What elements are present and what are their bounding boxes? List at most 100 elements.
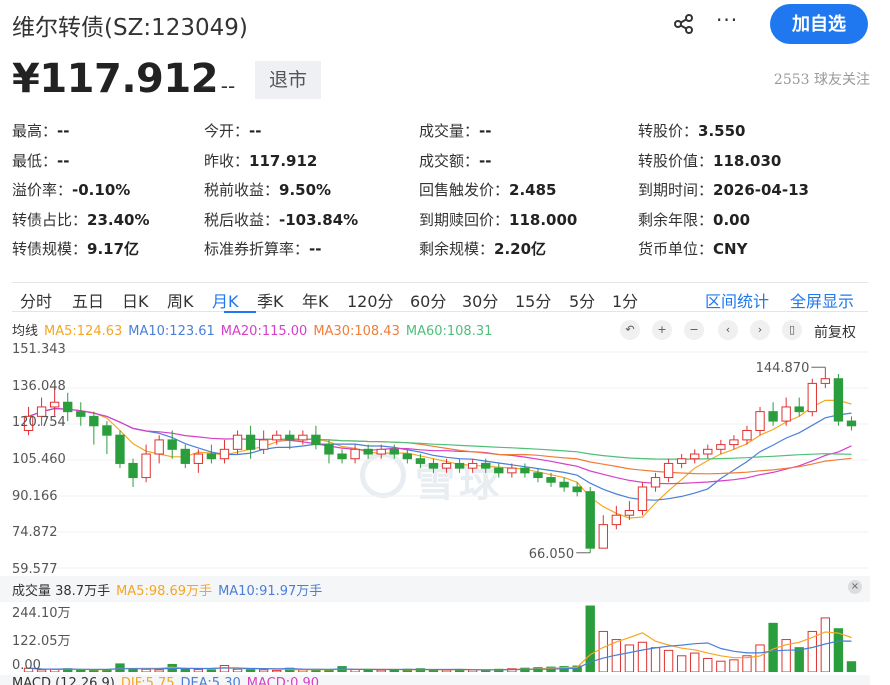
- stat-value: --: [309, 240, 322, 258]
- candle-body: [624, 510, 635, 516]
- volume-bar: [324, 669, 334, 672]
- annotation-label: 66.050: [529, 547, 575, 562]
- stat-item: 到期赎回价：118.000: [419, 209, 577, 230]
- stat-item: 转股价：3.550: [638, 120, 745, 141]
- tab-3[interactable]: 周K: [167, 288, 194, 312]
- candle-body: [807, 382, 817, 413]
- legend-item: MA5:98.69万手: [116, 584, 213, 599]
- follow-button[interactable]: 加自选: [770, 4, 868, 44]
- candlestick-chart[interactable]: 144.870 66.050: [12, 344, 868, 576]
- tab-9[interactable]: 30分: [462, 288, 498, 312]
- stat-label: 税后收益：: [204, 210, 280, 229]
- candle-body: [232, 434, 243, 450]
- volume-bar: [690, 652, 700, 672]
- range-stats-button[interactable]: 区间统计: [705, 288, 769, 312]
- stat-value: -0.10%: [72, 181, 131, 199]
- legend-item: MA5:124.63: [44, 324, 123, 339]
- candle-body: [311, 434, 321, 446]
- tab-6[interactable]: 年K: [302, 288, 329, 312]
- volume-bar: [833, 628, 844, 672]
- fullscreen-button[interactable]: 全屏显示: [790, 288, 854, 312]
- volume-bar: [76, 669, 86, 672]
- stat-item: 今开：--: [204, 120, 261, 141]
- stat-label: 到期时间：: [638, 181, 714, 199]
- volume-ma-line: [28, 631, 852, 671]
- candle-body: [546, 477, 556, 483]
- ma-line: [28, 399, 852, 519]
- chevron-left-icon[interactable]: ‹: [718, 320, 738, 340]
- close-volume-icon[interactable]: ×: [848, 580, 862, 594]
- candle-body: [285, 434, 295, 441]
- volume-axis-label: 0.00: [12, 658, 41, 673]
- candle-body: [650, 477, 661, 488]
- volume-chart[interactable]: [12, 602, 868, 672]
- volume-bar: [637, 641, 648, 672]
- candle-icon[interactable]: ▯: [782, 320, 802, 340]
- candle-body: [637, 486, 648, 512]
- more-icon[interactable]: ···: [716, 8, 738, 32]
- volume-bar: [141, 668, 151, 672]
- stat-item: 回售触发价：2.485: [419, 179, 556, 200]
- candle-body: [298, 434, 308, 441]
- share-icon[interactable]: [673, 13, 695, 35]
- stat-row: 最高：-- 今开：-- 成交量：-- 转股价：3.550: [12, 120, 882, 150]
- stat-label: 税前收益：: [204, 181, 280, 199]
- tab-10[interactable]: 15分: [515, 288, 551, 312]
- volume-bar: [232, 668, 243, 672]
- undo-icon[interactable]: ↶: [620, 320, 640, 340]
- candle-body: [494, 467, 504, 474]
- volume-legend: 成交量 38.7万手 MA5:98.69万手 MA10:91.97万手: [12, 580, 328, 599]
- volume-bar: [755, 644, 765, 672]
- volume-bar: [206, 669, 217, 672]
- tab-0[interactable]: 分时: [20, 288, 52, 312]
- tab-8[interactable]: 60分: [410, 288, 446, 312]
- candle-body: [258, 439, 269, 450]
- tab-12[interactable]: 1分: [612, 288, 638, 312]
- tab-7[interactable]: 120分: [347, 288, 394, 312]
- candle-body: [572, 486, 582, 493]
- restore-adjust-toggle[interactable]: 前复权: [814, 322, 856, 342]
- stats-grid: 最高：-- 今开：-- 成交量：-- 转股价：3.550 最低：-- 昨收：117.912…: [12, 120, 882, 268]
- stat-item: 成交额：--: [419, 150, 491, 171]
- tab-5[interactable]: 季K: [257, 288, 284, 312]
- legend-item: MA10:123.61: [128, 324, 215, 339]
- stat-item: 昨收：117.912: [204, 150, 317, 171]
- volume-header: 成交量 38.7万手 MA5:98.69万手 MA10:91.97万手 ×: [0, 576, 870, 602]
- stat-value: 2026-04-13: [713, 181, 809, 199]
- stat-label: 成交额：: [419, 151, 480, 170]
- chevron-right-icon[interactable]: ›: [750, 320, 770, 340]
- stat-item: 成交量：--: [419, 120, 491, 141]
- volume-bar: [311, 669, 321, 672]
- tab-11[interactable]: 5分: [569, 288, 595, 312]
- tab-1[interactable]: 五日: [72, 288, 104, 312]
- candle-body: [115, 434, 125, 464]
- header: 维尔转债(SZ:123049) ··· 加自选: [0, 0, 890, 50]
- macd-header: MACD (12,26,9) DIF:5.75 DEA:5.30 MACD:0.90: [0, 675, 870, 685]
- candle-body: [781, 406, 791, 422]
- candle-body: [676, 458, 687, 464]
- tab-4[interactable]: 月K: [212, 288, 239, 312]
- tab-2[interactable]: 日K: [122, 288, 149, 312]
- stat-item: 税前收益：9.50%: [204, 179, 331, 200]
- candle-body: [467, 462, 478, 469]
- status-badge: 退市: [255, 61, 321, 99]
- zoom-out-icon[interactable]: −: [684, 320, 704, 340]
- candle-body: [350, 448, 360, 460]
- y-axis-label: 59.577: [12, 562, 58, 577]
- candle-body: [428, 462, 439, 469]
- y-axis-label: 74.872: [12, 525, 58, 541]
- candle-body: [245, 434, 256, 450]
- stat-label: 转债规模：: [12, 240, 88, 258]
- ma-line: [28, 407, 852, 501]
- candle-body: [363, 448, 373, 455]
- candle-body: [585, 491, 595, 549]
- stat-label: 转债占比：: [12, 210, 88, 229]
- candle-body: [376, 448, 386, 455]
- stat-value: 117.912: [249, 151, 318, 170]
- volume-bar: [193, 669, 204, 672]
- zoom-in-icon[interactable]: +: [652, 320, 672, 340]
- stat-label: 昨收：: [204, 151, 250, 170]
- ma-legend: 均线 MA5:124.63 MA10:123.61 MA20:115.00 MA30:1…: [12, 320, 498, 339]
- legend-label: MACD (12,26,9): [12, 676, 115, 685]
- volume-bar: [180, 668, 190, 672]
